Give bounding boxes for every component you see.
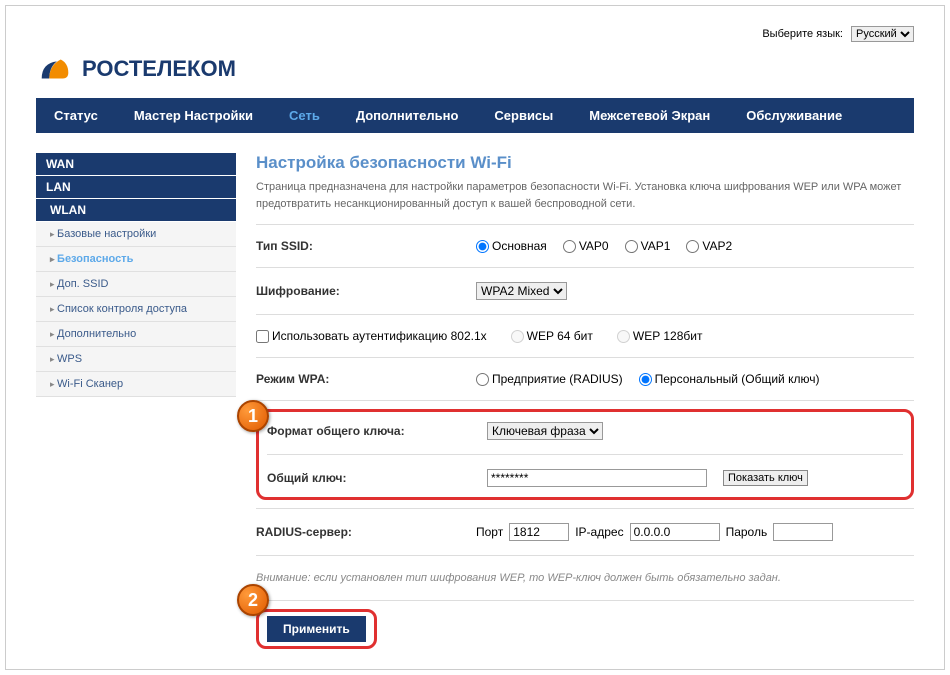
page-title: Настройка безопасности Wi-Fi [256,153,914,173]
main-nav: СтатусМастер НастройкиСетьДополнительноС… [36,98,914,133]
lang-label: Выберите язык: [762,28,843,40]
wep128-radio[interactable]: WEP 128бит [617,329,703,343]
nav-item-2[interactable]: Сеть [271,98,338,133]
nav-item-3[interactable]: Дополнительно [338,98,477,133]
radius-ip-input[interactable] [630,523,720,541]
side-sub-4[interactable]: Дополнительно [36,322,236,347]
ssid-radio-2[interactable]: VAP1 [625,239,671,253]
side-sub-1[interactable]: Безопасность [36,247,236,272]
side-sub-2[interactable]: Доп. SSID [36,272,236,297]
side-tab-wlan[interactable]: WLAN [36,199,236,221]
annotation-badge-1: 1 [237,400,269,432]
side-sub-0[interactable]: Базовые настройки [36,222,236,247]
sidebar: WANLANWLAN Базовые настройкиБезопасность… [36,153,236,649]
side-sub-6[interactable]: Wi-Fi Сканер [36,372,236,397]
radius-ip-label: IP-адрес [575,525,623,539]
logo-icon [36,50,74,88]
radius-port-input[interactable] [509,523,569,541]
nav-item-6[interactable]: Обслуживание [728,98,860,133]
lang-select[interactable]: Русский [851,26,914,42]
ssid-radio-1[interactable]: VAP0 [563,239,609,253]
show-key-button[interactable]: Показать ключ [723,470,808,486]
nav-item-0[interactable]: Статус [36,98,116,133]
wep64-radio[interactable]: WEP 64 бит [511,329,593,343]
header: РОСТЕЛЕКОМ [36,50,914,88]
content: Настройка безопасности Wi-Fi Страница пр… [256,153,914,649]
nav-item-1[interactable]: Мастер Настройки [116,98,271,133]
page-desc: Страница предназначена для настройки пар… [256,179,914,212]
wpa-personal-radio[interactable]: Персональный (Общий ключ) [639,372,820,386]
shared-key-input[interactable] [487,469,707,487]
encryption-select[interactable]: WPA2 Mixed [476,282,567,300]
radius-label: RADIUS-сервер: [256,525,476,539]
encryption-label: Шифрование: [256,284,476,298]
key-format-select[interactable]: Ключевая фраза [487,422,603,440]
brand-text: РОСТЕЛЕКОМ [82,56,236,82]
side-sub-5[interactable]: WPS [36,347,236,372]
side-sub-3[interactable]: Список контроля доступа [36,297,236,322]
shared-key-label: Общий ключ: [267,471,487,485]
radius-pwd-input[interactable] [773,523,833,541]
annotation-badge-2: 2 [237,584,269,616]
wpa-mode-label: Режим WPA: [256,372,476,386]
wpa-enterprise-radio[interactable]: Предприятие (RADIUS) [476,372,623,386]
ssid-radio-3[interactable]: VAP2 [686,239,732,253]
ssid-type-label: Тип SSID: [256,239,476,253]
side-tab-wan[interactable]: WAN [36,153,236,175]
auth8021x-checkbox[interactable]: Использовать аутентификацию 802.1x [256,329,487,343]
highlight-key-section: 1 Формат общего ключа: Ключевая фраза Об… [256,409,914,500]
radius-port-label: Порт [476,525,503,539]
wep-note: Внимание: если установлен тип шифрования… [256,564,914,592]
nav-item-5[interactable]: Межсетевой Экран [571,98,728,133]
radius-pwd-label: Пароль [726,525,768,539]
nav-item-4[interactable]: Сервисы [476,98,571,133]
side-tab-lan[interactable]: LAN [36,176,236,198]
apply-button[interactable]: Применить [267,616,366,642]
key-format-label: Формат общего ключа: [267,424,487,438]
ssid-radio-0[interactable]: Основная [476,239,547,253]
